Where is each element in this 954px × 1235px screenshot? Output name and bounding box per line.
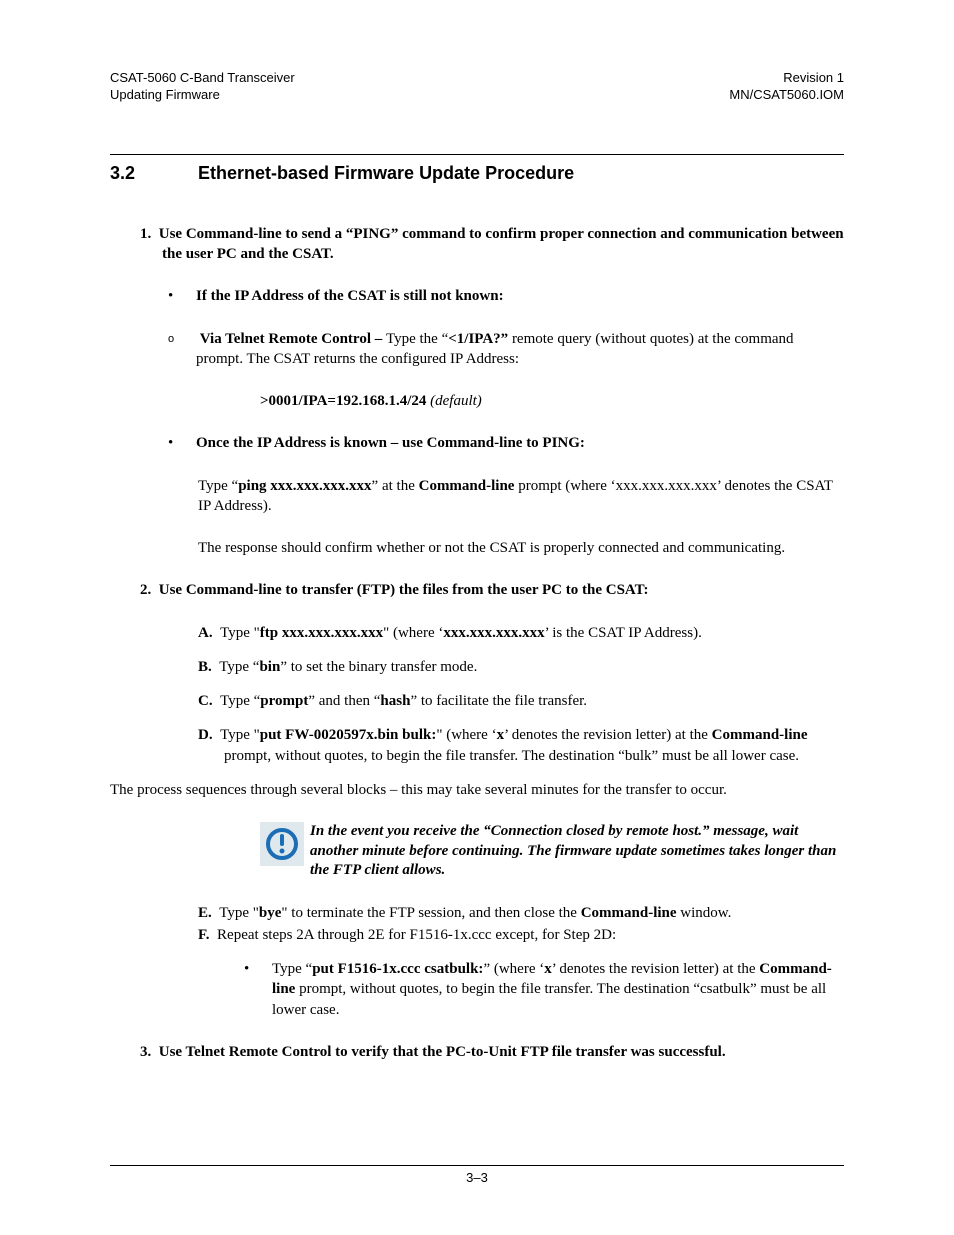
header-right: Revision 1 MN/CSAT5060.IOM bbox=[729, 70, 844, 104]
step-1-telnet-text: Via Telnet Remote Control – Type the “<1… bbox=[196, 329, 844, 370]
step-1-bullet-1-text: If the IP Address of the CSAT is still n… bbox=[196, 288, 504, 304]
content-body: 1. Use Command-line to send a “PING” com… bbox=[110, 224, 844, 1062]
header-product: CSAT-5060 C-Band Transceiver bbox=[110, 70, 295, 87]
step-1-text: Use Command-line to send a “PING” comman… bbox=[159, 226, 844, 262]
section-number: 3.2 bbox=[110, 163, 198, 184]
header-docid: MN/CSAT5060.IOM bbox=[729, 87, 844, 104]
step-1-marker: 1. bbox=[140, 226, 151, 242]
step-2D: D. Type "put FW-0020597x.bin bulk:" (whe… bbox=[198, 725, 844, 766]
page-number: 3–3 bbox=[110, 1170, 844, 1185]
step-1-bullet-2-text: Once the IP Address is known – use Comma… bbox=[196, 435, 585, 451]
page-footer: 3–3 bbox=[110, 1165, 844, 1185]
bullet-icon: • bbox=[244, 959, 272, 1020]
step-2F-sub: • Type “put F1516-1x.ccc csatbulk:” (whe… bbox=[244, 959, 844, 1020]
step-2E: E. Type "bye" to terminate the FTP sessi… bbox=[198, 903, 844, 923]
step-2F-sub-text: Type “put F1516-1x.ccc csatbulk:” (where… bbox=[272, 959, 844, 1020]
alert-icon bbox=[260, 822, 304, 866]
divider bbox=[110, 1165, 844, 1166]
header-revision: Revision 1 bbox=[729, 70, 844, 87]
warning-note: In the event you receive the “Connection… bbox=[260, 822, 844, 881]
step-3: 3. Use Telnet Remote Control to verify t… bbox=[140, 1042, 844, 1062]
step-2-marker: 2. bbox=[140, 582, 151, 598]
header-section: Updating Firmware bbox=[110, 87, 295, 104]
step-3-text: Use Telnet Remote Control to verify that… bbox=[159, 1044, 726, 1060]
step-1-ping-result: The response should confirm whether or n… bbox=[198, 538, 844, 558]
section-heading: 3.2Ethernet-based Firmware Update Proced… bbox=[110, 163, 844, 184]
section-title-text: Ethernet-based Firmware Update Procedure bbox=[198, 163, 574, 183]
step-1-bullet-2: • Once the IP Address is known – use Com… bbox=[168, 433, 844, 453]
bullet-icon: • bbox=[168, 286, 196, 306]
step-1-ping-instr: Type “ping xxx.xxx.xxx.xxx” at the Comma… bbox=[198, 476, 844, 517]
step-2A: A. Type "ftp xxx.xxx.xxx.xxx" (where ‘xx… bbox=[198, 623, 844, 643]
step-1-bullet-1: • If the IP Address of the CSAT is still… bbox=[168, 286, 844, 306]
page: CSAT-5060 C-Band Transceiver Updating Fi… bbox=[0, 0, 954, 1235]
step-3-marker: 3. bbox=[140, 1044, 151, 1060]
step-1-ipa-response: >0001/IPA=192.168.1.4/24 (default) bbox=[260, 391, 844, 411]
step-2-process-note: The process sequences through several bl… bbox=[110, 780, 844, 800]
page-header: CSAT-5060 C-Band Transceiver Updating Fi… bbox=[110, 70, 844, 104]
step-2: 2. Use Command-line to transfer (FTP) th… bbox=[140, 580, 844, 600]
step-1: 1. Use Command-line to send a “PING” com… bbox=[140, 224, 844, 265]
hollow-bullet-icon: o bbox=[168, 329, 196, 370]
step-2F: F. Repeat steps 2A through 2E for F1516-… bbox=[198, 925, 844, 945]
warning-text: In the event you receive the “Connection… bbox=[310, 822, 844, 881]
step-2B: B. Type “bin” to set the binary transfer… bbox=[198, 657, 844, 677]
divider bbox=[110, 154, 844, 155]
bullet-icon: • bbox=[168, 433, 196, 453]
step-1-telnet: o Via Telnet Remote Control – Type the “… bbox=[168, 329, 844, 370]
header-left: CSAT-5060 C-Band Transceiver Updating Fi… bbox=[110, 70, 295, 104]
step-2C: C. Type “prompt” and then “hash” to faci… bbox=[198, 691, 844, 711]
step-2-text: Use Command-line to transfer (FTP) the f… bbox=[159, 582, 649, 598]
